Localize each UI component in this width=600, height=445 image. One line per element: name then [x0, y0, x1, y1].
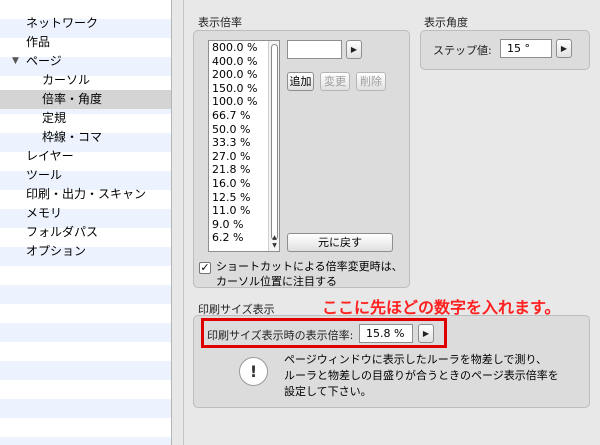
scroll-down-icon[interactable]: ▼ — [269, 242, 279, 250]
cursor-focus-checkbox[interactable]: ✓ — [199, 262, 211, 274]
scroll-up-icon[interactable]: ▲ — [269, 234, 279, 242]
sidebar-item-network[interactable]: ネットワーク — [0, 14, 171, 33]
sidebar-item-layer[interactable]: レイヤー — [0, 147, 171, 166]
sidebar: ネットワーク 作品 ▼ ページ カーソル 倍率・角度 定規 枠線・コマ レイヤー… — [0, 0, 172, 445]
print-step-button[interactable]: ▶ — [418, 324, 434, 343]
sidebar-list: ネットワーク 作品 ▼ ページ カーソル 倍率・角度 定規 枠線・コマ レイヤー… — [0, 14, 171, 261]
zoom-section-title: 表示倍率 — [198, 16, 242, 29]
angle-section-title: 表示角度 — [424, 16, 468, 29]
info-icon: ! — [239, 357, 268, 386]
zoom-list[interactable]: 800.0 % 400.0 % 200.0 % 150.0 % 100.0 % 66.7 … — [208, 40, 280, 252]
sidebar-item-page-label: ページ — [26, 54, 62, 68]
print-zoom-input[interactable]: 15.8 % — [359, 324, 413, 343]
change-button[interactable]: 変更 — [320, 72, 350, 91]
info-line2: ルーラと物差しの目盛りが合うときのページ表示倍率を — [284, 369, 559, 382]
step-value-input[interactable]: 15 ° — [500, 39, 552, 58]
sidebar-item-zoom-angle[interactable]: 倍率・角度 — [0, 90, 171, 109]
angle-step-button[interactable]: ▶ — [556, 39, 572, 58]
cursor-focus-label-line2: カーソル位置に注目する — [216, 275, 337, 288]
add-button[interactable]: 追加 — [287, 72, 314, 91]
split-divider[interactable] — [172, 0, 184, 445]
reset-button[interactable]: 元に戻す — [287, 233, 393, 252]
sidebar-item-frame[interactable]: 枠線・コマ — [0, 128, 171, 147]
delete-button[interactable]: 削除 — [356, 72, 386, 91]
sidebar-item-memory[interactable]: メモリ — [0, 204, 171, 223]
sidebar-item-options[interactable]: オプション — [0, 242, 171, 261]
zoom-value-input[interactable] — [287, 40, 342, 59]
triangle-down-icon[interactable]: ▼ — [12, 52, 19, 71]
info-text: ページウィンドウに表示したルーラを物差しで測り、 ルーラと物差しの目盛りが合うと… — [284, 352, 564, 400]
step-label: ステップ値: — [433, 44, 492, 57]
sidebar-item-page[interactable]: ▼ ページ — [0, 52, 171, 71]
print-zoom-label: 印刷サイズ表示時の表示倍率: — [207, 329, 354, 342]
info-line3: 設定して下さい。 — [284, 385, 372, 398]
sidebar-item-tool[interactable]: ツール — [0, 166, 171, 185]
scroll-thumb[interactable] — [271, 44, 278, 240]
zoom-list-scrollbar[interactable]: ▲ ▼ — [268, 41, 279, 251]
info-line1: ページウィンドウに表示したルーラを物差しで測り、 — [284, 353, 548, 366]
sidebar-item-cursor[interactable]: カーソル — [0, 71, 171, 90]
cursor-focus-label: ショートカットによる倍率変更時は、 カーソル位置に注目する — [216, 259, 416, 289]
cursor-focus-label-line1: ショートカットによる倍率変更時は、 — [216, 260, 403, 273]
sidebar-item-print[interactable]: 印刷・出力・スキャン — [0, 185, 171, 204]
zoom-step-button[interactable]: ▶ — [346, 40, 362, 59]
sidebar-item-work[interactable]: 作品 — [0, 33, 171, 52]
sidebar-item-ruler[interactable]: 定規 — [0, 109, 171, 128]
sidebar-item-folder-path[interactable]: フォルダパス — [0, 223, 171, 242]
